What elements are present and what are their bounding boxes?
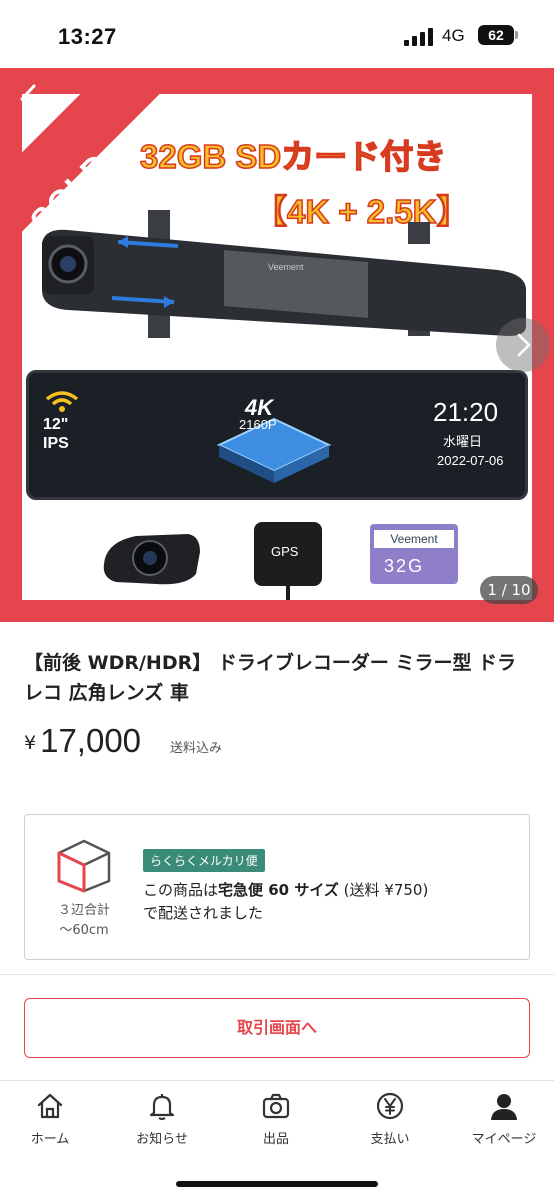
svg-text:Veement: Veement xyxy=(268,262,304,272)
nav-label-payment: 支払い xyxy=(370,1132,410,1147)
rear-camera-illustration xyxy=(103,534,200,585)
shipping-description: この商品は宅急便 60 サイズ (送料 ¥750) で配送されました xyxy=(143,881,429,922)
promo-text-sdcard: 32GB SDカード付き xyxy=(139,137,447,176)
gps-cable xyxy=(286,586,290,600)
sd-card-brand: Veement xyxy=(374,530,454,548)
chevron-right-icon xyxy=(517,333,531,357)
next-image-button[interactable] xyxy=(496,318,550,372)
network-type: 4G xyxy=(442,26,465,45)
nav-label-home: ホーム xyxy=(30,1132,70,1147)
image-counter: 1 / 10 xyxy=(480,576,538,604)
nav-item-mypage[interactable]: マイページ xyxy=(454,1091,554,1151)
shipping-info-card: ３辺合計 〜60cm らくらくメルカリ便 この商品は宅急便 60 サイズ (送料 … xyxy=(24,814,530,960)
price: ¥17,000 xyxy=(24,722,141,760)
product-title: 【前後 WDR/HDR】 ドライブレコーダー ミラー型 ドラレコ 広角レンズ 車 xyxy=(24,652,517,704)
battery-icon: 62 xyxy=(478,25,514,45)
box-icon xyxy=(57,839,111,893)
yen-icon xyxy=(376,1092,404,1120)
divider xyxy=(0,974,554,975)
wifi-icon xyxy=(45,391,79,412)
nav-item-home[interactable]: ホーム xyxy=(0,1091,100,1151)
resolution-badge: 2160P xyxy=(239,417,277,432)
mirror-unit-illustration: Veement xyxy=(42,210,526,338)
mirror-display-screen: 12" IPS 4K 2160P 21:20 水曜日 2022-07-06 xyxy=(26,370,528,500)
camera-icon xyxy=(262,1093,290,1119)
display-size-label: 12" IPS xyxy=(43,416,69,452)
home-icon xyxy=(37,1093,63,1119)
box-size-label: ３辺合計 〜60cm xyxy=(57,903,110,938)
status-time: 13:27 xyxy=(58,24,117,49)
nav-item-sell[interactable]: 出品 xyxy=(226,1091,326,1151)
display-clock: 21:20 xyxy=(433,397,499,427)
product-image-carousel[interactable]: 32GB SDカード付き 【4K + 2.5K】 Veement 12" IPS… xyxy=(0,68,554,622)
shipping-included-label: 送料込み xyxy=(170,741,223,756)
signal-icon xyxy=(404,28,434,46)
display-day: 水曜日 xyxy=(443,435,483,450)
nav-item-payment[interactable]: 支払い xyxy=(340,1091,440,1151)
home-indicator xyxy=(176,1181,378,1187)
nav-label-sell: 出品 xyxy=(262,1132,289,1147)
trade-screen-button[interactable]: 取引画面へ xyxy=(24,998,530,1058)
price-currency: ¥ xyxy=(24,732,37,754)
battery-cap xyxy=(515,31,518,39)
display-date: 2022-07-06 xyxy=(437,453,504,468)
nav-item-notifications[interactable]: お知らせ xyxy=(112,1091,212,1151)
bell-icon xyxy=(149,1094,175,1121)
user-icon xyxy=(491,1094,517,1120)
gps-label: GPS xyxy=(271,544,299,559)
nav-label-mypage: マイページ xyxy=(471,1132,537,1147)
back-arrow-icon[interactable] xyxy=(14,82,44,116)
status-bar: 13:27 4G 62 xyxy=(0,0,554,68)
rakuraku-badge: らくらくメルカリ便 xyxy=(143,849,265,872)
sd-card-capacity: 32G xyxy=(384,556,425,576)
price-value: 17,000 xyxy=(40,722,142,759)
nav-label-notifications: お知らせ xyxy=(136,1132,188,1147)
